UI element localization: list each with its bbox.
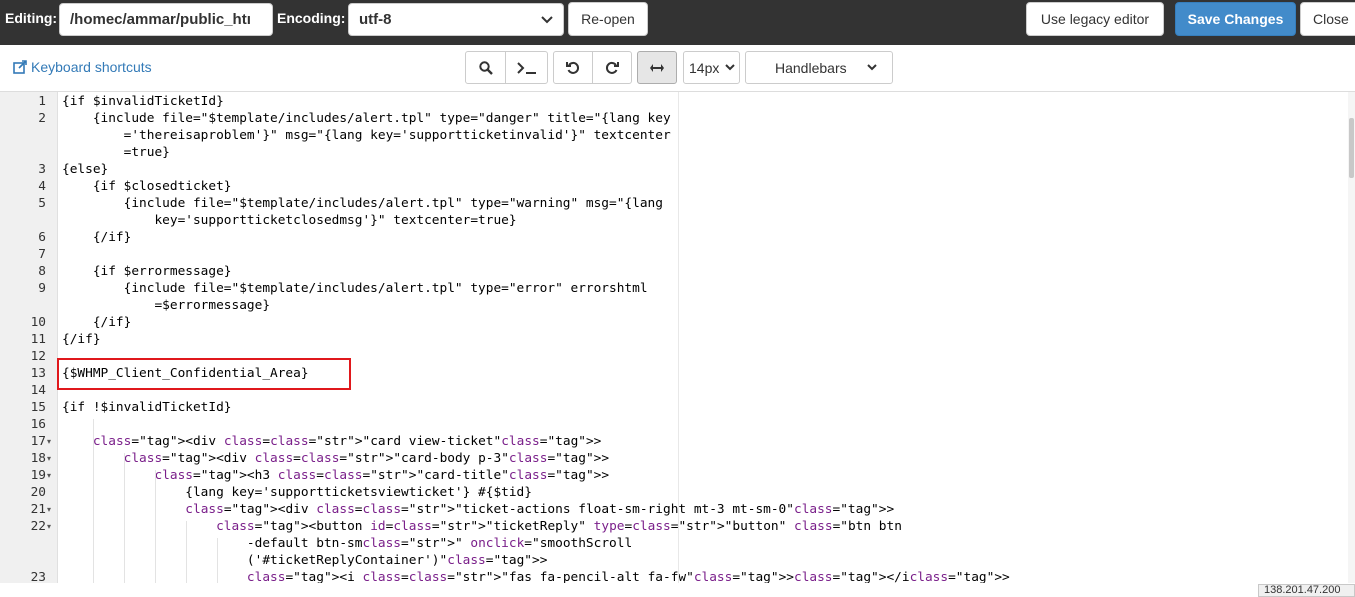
top-bar: Editing: /homec/ammar/public_htı Encodin… [0,0,1355,45]
indent-guide [217,538,218,583]
chevron-down-icon [866,64,877,71]
code-line[interactable]: {include file="$template/includes/alert.… [62,195,663,212]
editor-mode-select[interactable]: Handlebars [745,51,893,84]
code-line[interactable]: class="tag"><button id=class="str">"tick… [62,518,902,535]
line-number: 15 [30,400,46,415]
fold-toggle-icon[interactable]: ▾ [47,454,51,463]
line-number: 12 [30,349,46,364]
code-line[interactable]: {else} [62,161,108,178]
terminal-icon [516,61,537,75]
code-line[interactable]: {include file="$template/includes/alert.… [62,280,648,297]
line-number: 1 [38,94,46,109]
line-number-gutter: 1 2 3 4 5 6 7 8 9 10 11 12 13 14 15 16 17 ▾ 18 ▾ 19 ▾ 20 21 ▾ 22 ▾… [0,92,58,583]
font-size-value: 14px [689,59,720,76]
undo-button[interactable] [553,51,593,84]
print-margin [678,92,679,583]
undo-icon [566,61,580,75]
line-number: 14 [30,383,46,398]
line-number: 8 [38,264,46,279]
redo-button[interactable] [592,51,632,84]
line-number: 9 [38,281,46,296]
line-number: 21 [30,502,46,517]
fold-toggle-icon[interactable]: ▾ [47,505,51,514]
code-line[interactable]: {/if} [62,314,132,331]
external-link-icon [13,60,27,74]
editor-mode-value: Handlebars [775,59,847,76]
save-changes-button[interactable]: Save Changes [1175,2,1296,36]
line-number: 18 [30,451,46,466]
arrows-horizontal-icon [649,63,665,73]
code-line[interactable]: {/if} [62,229,132,246]
line-number: 13 [30,366,46,381]
code-line[interactable]: class="tag"><div class=class="str">"card… [62,433,602,450]
file-path-field[interactable]: /homec/ammar/public_htı [59,3,273,36]
code-line[interactable]: =$errormessage} [62,297,270,314]
status-ip: 138.201.47.200 [1258,584,1355,597]
indent-guide [124,453,125,583]
line-number: 6 [38,230,46,245]
line-number: 17 [30,434,46,449]
encoding-label: Encoding: [277,10,346,26]
line-number: 19 [30,468,46,483]
line-number: 16 [30,417,46,432]
code-line[interactable]: class="tag"><i class=class="str">"fas fa… [62,569,1010,583]
code-line[interactable]: =true} [62,144,170,161]
scrollbar-thumb[interactable] [1349,118,1354,178]
code-line[interactable]: {if $errormessage} [62,263,232,280]
fold-toggle-icon[interactable]: ▾ [47,471,51,480]
code-line[interactable]: {lang key='supportticketsviewticket'} #{… [62,484,532,501]
indent-guide [155,470,156,583]
line-number: 3 [38,162,46,177]
chevron-down-icon [725,64,736,71]
code-line[interactable]: {if $closedticket} [62,178,232,195]
keyboard-shortcuts-link[interactable]: Keyboard shortcuts [13,59,152,75]
goto-line-button[interactable] [505,51,548,84]
encoding-select[interactable]: utf-8 [348,3,564,36]
code-line[interactable]: class="tag"><div class=class="str">"tick… [62,501,894,518]
highlight-box [57,358,351,390]
line-number: 10 [30,315,46,330]
line-number: 5 [38,196,46,211]
code-line[interactable]: {if !$invalidTicketId} [62,399,232,416]
close-button[interactable]: Close [1300,2,1355,36]
line-number: 4 [38,179,46,194]
reopen-button[interactable]: Re-open [568,2,648,36]
legacy-editor-button[interactable]: Use legacy editor [1026,2,1164,36]
code-line[interactable]: {include file="$template/includes/alert.… [62,110,671,127]
chevron-down-icon [541,15,553,24]
font-size-select[interactable]: 14px [683,51,740,84]
code-line[interactable]: -default btn-smclass="str">" onclick="sm… [62,535,632,552]
editor-toolbar: Keyboard shortcuts 14px Handlebars [0,45,1355,91]
encoding-value: utf-8 [359,11,392,28]
line-number: 2 [38,111,46,126]
code-line[interactable]: class="tag"><div class=class="str">"card… [62,450,609,467]
code-line[interactable]: {if $invalidTicketId} [62,93,224,110]
editing-label: Editing: [5,10,58,26]
indent-guide [186,521,187,583]
code-line[interactable]: {/if} [62,331,101,348]
line-number: 7 [38,247,46,262]
code-line[interactable]: class="tag"><h3 class=class="str">"card-… [62,467,609,484]
search-button[interactable] [465,51,506,84]
fold-toggle-icon[interactable]: ▾ [47,437,51,446]
keyboard-shortcuts-label: Keyboard shortcuts [31,59,152,75]
line-number: 23 [30,570,46,583]
search-icon [478,60,493,75]
line-number: 11 [30,332,46,347]
code-line[interactable]: key='supportticketclosedmsg'}" textcente… [62,212,516,229]
code-line[interactable]: ('#ticketReplyContainer')"class="tag">> [62,552,548,569]
code-area[interactable]: {if $invalidTicketId} {include file="$te… [58,92,1348,583]
code-editor[interactable]: 1 2 3 4 5 6 7 8 9 10 11 12 13 14 15 16 17 ▾ 18 ▾ 19 ▾ 20 21 ▾ 22 ▾… [0,91,1355,583]
redo-icon [605,61,619,75]
code-line[interactable]: ='thereisaproblem'}" msg="{lang key='sup… [62,127,671,144]
indent-guide [93,419,94,583]
line-number: 22 [30,519,46,534]
fold-toggle-icon[interactable]: ▾ [47,522,51,531]
line-number: 20 [30,485,46,500]
wrap-toggle-button[interactable] [637,51,677,84]
